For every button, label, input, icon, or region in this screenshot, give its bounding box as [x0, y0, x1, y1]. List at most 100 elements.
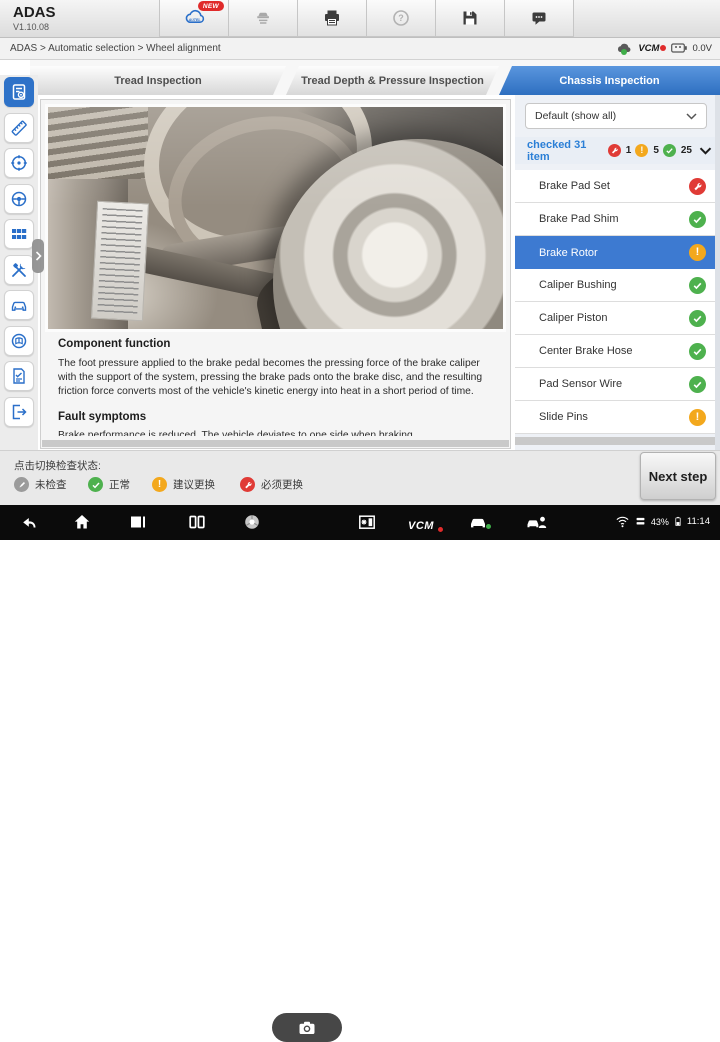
item-label: Brake Pad Set: [539, 180, 610, 192]
list-item-brake-pad-shim[interactable]: Brake Pad Shim: [515, 203, 720, 236]
recent-apps-button[interactable]: [128, 512, 148, 532]
help-icon: ?: [391, 8, 411, 28]
must-replace-badge-icon: [608, 144, 621, 157]
legend-label: 建议更换: [173, 477, 215, 492]
inspection-list-panel: Default (show all) checked 31 item 1 ! 5…: [515, 95, 720, 460]
tab-tread-depth-pressure[interactable]: Tread Depth & Pressure Inspection: [286, 66, 499, 95]
next-step-button[interactable]: Next step: [640, 452, 716, 500]
clock: 11:14: [687, 516, 710, 527]
collapse-chevron-icon[interactable]: [699, 147, 712, 155]
home-button[interactable]: [72, 512, 92, 532]
item-label: Center Brake Hose: [539, 345, 633, 357]
sidebar-item-inspection-report[interactable]: [4, 77, 34, 107]
legend-label: 正常: [109, 477, 130, 492]
system-nav-bar: VCM 43%: [0, 505, 720, 540]
status-recommended-icon[interactable]: !: [689, 409, 706, 426]
screenshot-icon: [357, 512, 377, 532]
list-item-caliper-bushing[interactable]: Caliper Bushing: [515, 269, 720, 302]
horizontal-scrollbar[interactable]: [515, 437, 720, 445]
sidebar-item-steering-wheel[interactable]: [4, 184, 34, 214]
status-normal-icon[interactable]: [689, 343, 706, 360]
vehicle-connection-button[interactable]: [466, 512, 492, 532]
recommended-badge-icon: !: [635, 144, 648, 157]
sidebar-item-vehicle[interactable]: [4, 290, 34, 320]
status-count-badges: 1 ! 5 25: [608, 144, 712, 157]
ruler-icon: [9, 118, 29, 138]
autel-cloud-button[interactable]: AUTEL NEW: [159, 0, 229, 37]
component-function-title: Component function: [58, 338, 496, 350]
item-label: Brake Rotor: [539, 247, 598, 259]
battery-percent: 43%: [651, 517, 669, 527]
legend-label: 未检查: [35, 477, 67, 492]
checked-summary-row[interactable]: checked 31 item 1 ! 5 25: [515, 137, 720, 164]
vehicle-lift-button[interactable]: [228, 0, 298, 37]
legend-item-recommended: ! 建议更换: [152, 477, 215, 492]
panel-collapse-handle[interactable]: [32, 239, 44, 273]
sidebar-item-tools[interactable]: [4, 255, 34, 285]
tools-icon: [9, 260, 29, 280]
status-recommended-icon: !: [152, 477, 167, 492]
status-normal-icon[interactable]: [689, 310, 706, 327]
split-screen-button[interactable]: [187, 512, 207, 532]
legend-title: 点击切换检查状态:: [14, 458, 101, 473]
battery-icon: [673, 514, 683, 529]
save-button[interactable]: [435, 0, 505, 37]
horizontal-scrollbar[interactable]: [42, 440, 509, 447]
inspection-report-icon: [9, 82, 29, 102]
browser-button[interactable]: [242, 512, 262, 532]
status-recommended-icon[interactable]: !: [689, 244, 706, 261]
status-unchecked-icon: [14, 477, 29, 492]
back-button[interactable]: [20, 512, 40, 532]
split-screen-icon: [187, 512, 207, 532]
breadcrumb: ADAS > Automatic selection > Wheel align…: [10, 43, 221, 54]
driver-info-button[interactable]: [524, 512, 550, 532]
camera-button[interactable]: [272, 1013, 342, 1042]
status-must-replace-icon[interactable]: [689, 178, 706, 195]
sidebar-item-manual-book[interactable]: [4, 326, 34, 356]
list-item-slide-pins[interactable]: Slide Pins !: [515, 401, 720, 434]
sidebar-item-measure-ruler[interactable]: [4, 113, 34, 143]
screenshot-button[interactable]: [357, 512, 377, 532]
vcm-status-button[interactable]: VCM: [408, 516, 442, 536]
vcm-label: VCM: [408, 520, 434, 532]
sidebar-item-wheel-alignment[interactable]: [4, 148, 34, 178]
normal-badge-icon: [663, 144, 676, 157]
item-label: Caliper Bushing: [539, 279, 617, 291]
status-normal-icon[interactable]: [689, 376, 706, 393]
component-function-text: The foot pressure applied to the brake p…: [58, 357, 496, 400]
list-item-caliper-piston[interactable]: Caliper Piston: [515, 302, 720, 335]
fault-symptoms-title: Fault symptoms: [58, 411, 496, 423]
list-item-brake-rotor[interactable]: Brake Rotor !: [515, 236, 720, 269]
tab-tread-inspection[interactable]: Tread Inspection: [30, 66, 286, 95]
component-description: Component function The foot pressure app…: [58, 338, 496, 436]
tab-label: Tread Inspection: [114, 75, 201, 87]
sidebar-item-report-document[interactable]: [4, 361, 34, 391]
wheel-target-icon: [9, 153, 29, 173]
save-icon: [460, 8, 480, 28]
tab-chassis-inspection[interactable]: Chassis Inspection: [499, 66, 720, 95]
status-normal-icon[interactable]: [689, 211, 706, 228]
legend-item-normal: 正常: [88, 477, 130, 492]
svg-text:AUTEL: AUTEL: [188, 18, 201, 22]
filter-dropdown[interactable]: Default (show all): [525, 103, 707, 129]
help-button[interactable]: ?: [366, 0, 436, 37]
tab-label: Tread Depth & Pressure Inspection: [301, 75, 484, 87]
svg-text:?: ?: [398, 13, 404, 23]
checked-summary-label: checked 31 item: [527, 139, 608, 163]
vertical-scrollbar[interactable]: [715, 95, 720, 460]
autel-cloud-icon: AUTEL: [181, 8, 207, 28]
component-photo: [45, 104, 506, 332]
connection-status: VCM 0.0V: [616, 41, 712, 55]
messages-button[interactable]: [504, 0, 574, 37]
vci-label: VCM: [638, 43, 659, 54]
sidebar-item-data-table[interactable]: [4, 219, 34, 249]
sidebar-item-exit[interactable]: [4, 397, 34, 427]
status-normal-icon[interactable]: [689, 277, 706, 294]
list-item-center-brake-hose[interactable]: Center Brake Hose: [515, 335, 720, 368]
print-button[interactable]: [297, 0, 367, 37]
list-item-brake-pad-set[interactable]: Brake Pad Set: [515, 170, 720, 203]
chat-icon: [529, 8, 549, 28]
must-replace-count: 1: [626, 145, 632, 156]
document-icon: [9, 366, 29, 386]
list-item-pad-sensor-wire[interactable]: Pad Sensor Wire: [515, 368, 720, 401]
